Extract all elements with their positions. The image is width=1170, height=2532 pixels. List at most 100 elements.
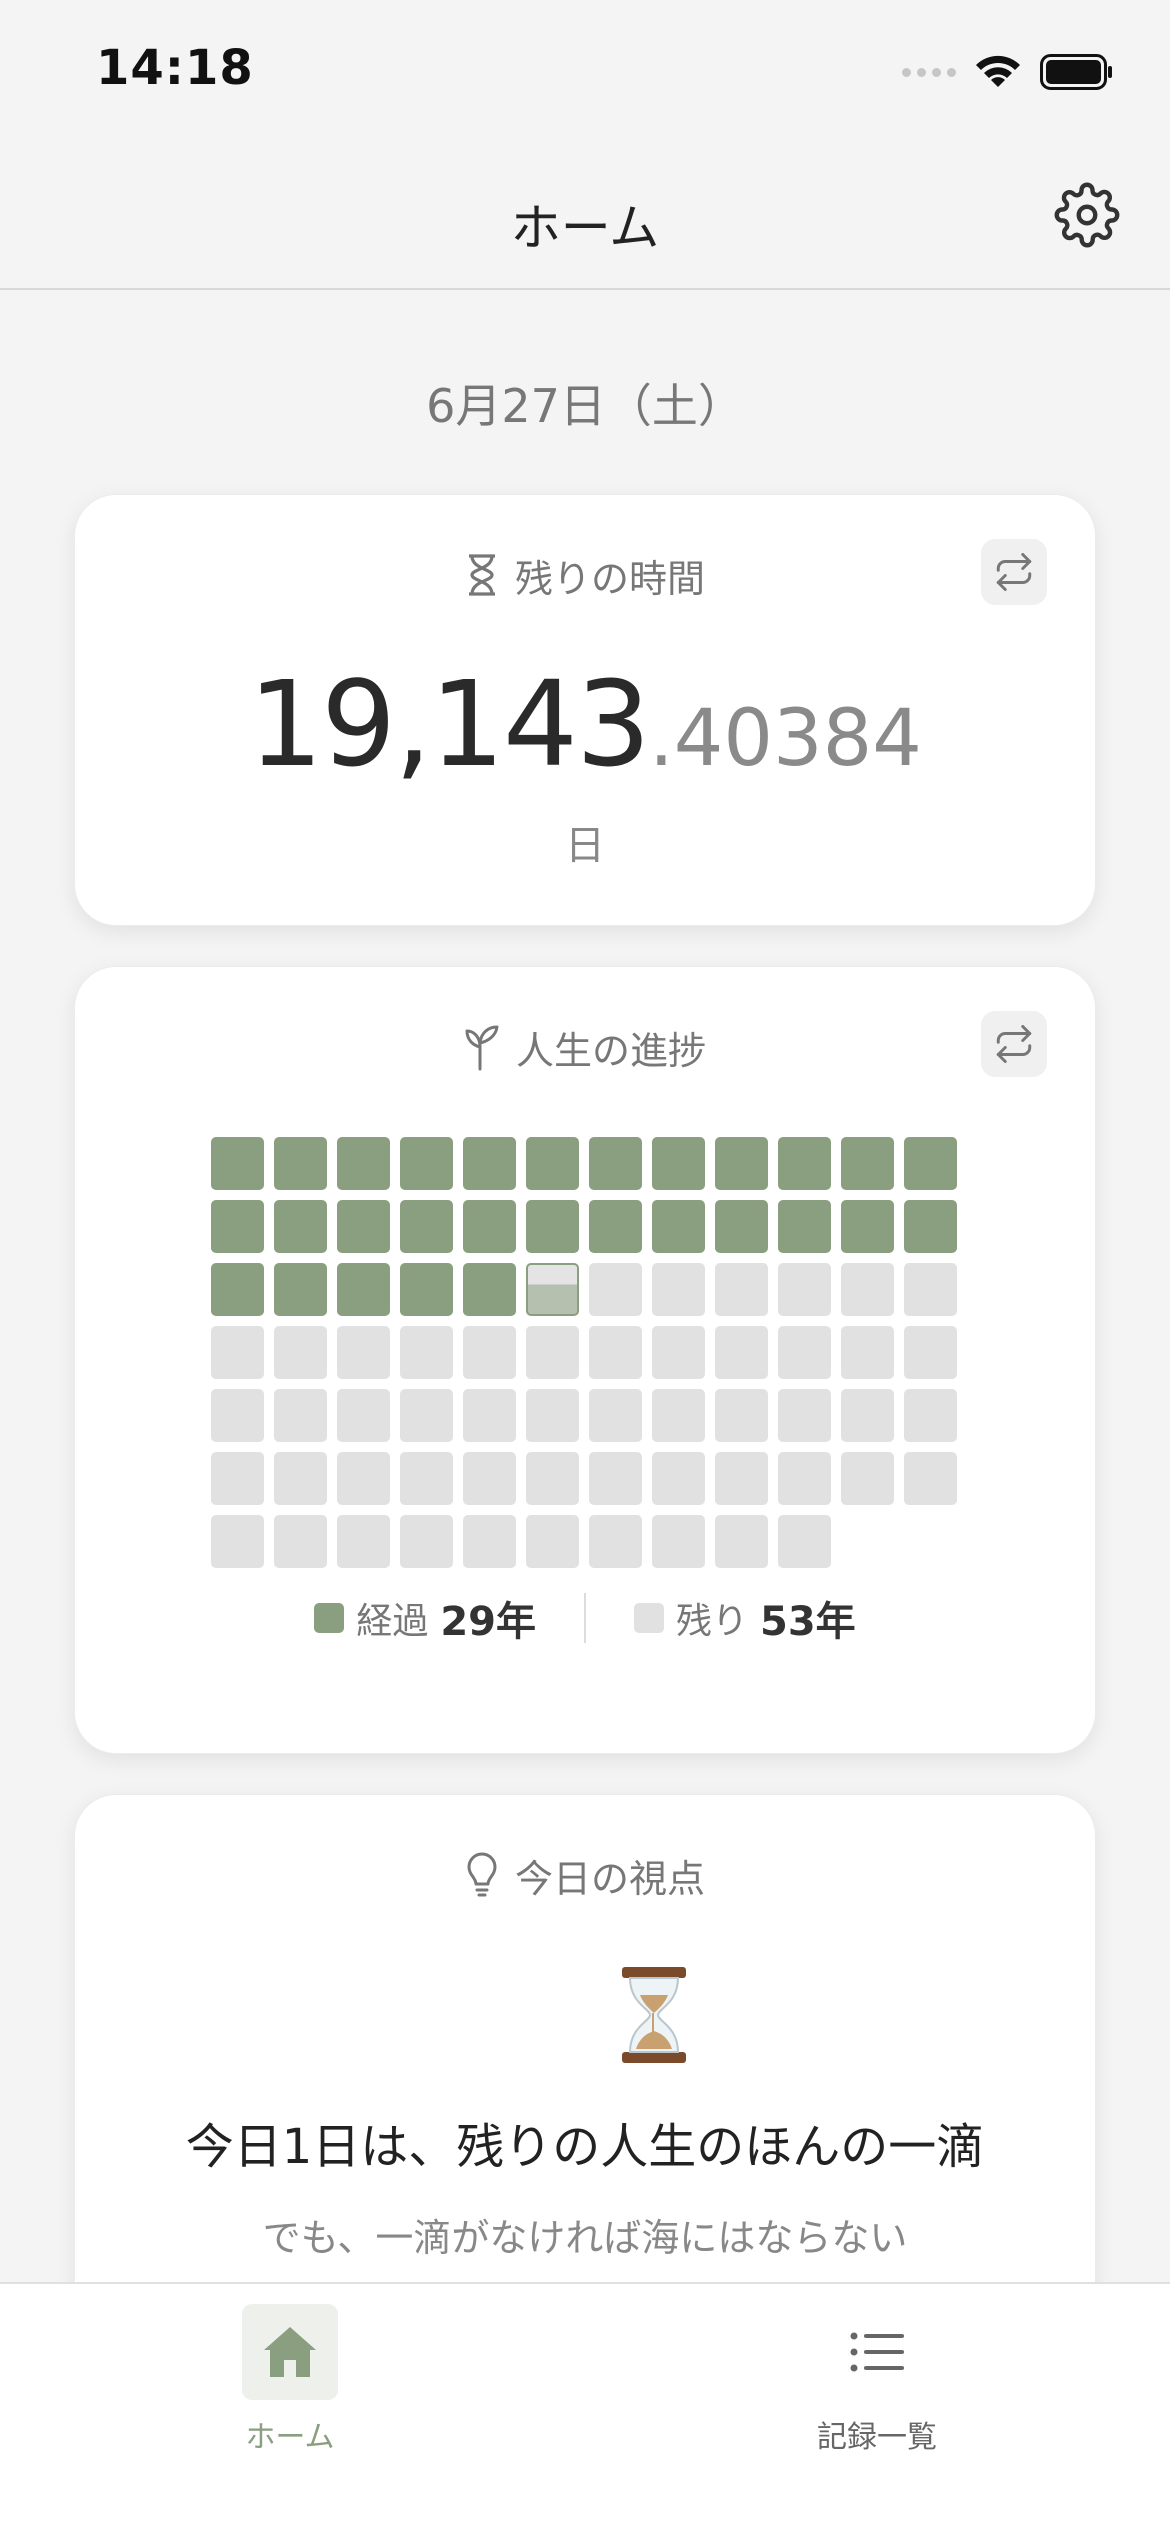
card-header: 残りの時間 <box>75 547 1095 603</box>
year-cell-remaining <box>274 1326 327 1379</box>
year-cell-remaining <box>841 1389 894 1442</box>
remaining-days-value: 19,143.40384 <box>75 655 1095 793</box>
year-cell-elapsed <box>337 1263 390 1316</box>
year-cell-elapsed <box>841 1200 894 1253</box>
year-cell-elapsed <box>337 1137 390 1190</box>
legend-remaining-value: 53年 <box>760 1599 856 1645</box>
year-cell-remaining <box>526 1389 579 1442</box>
year-cell-current <box>526 1263 579 1316</box>
tab-bar: ホーム 記録一覧 <box>0 2282 1170 2532</box>
year-cell-remaining <box>400 1515 453 1568</box>
toggle-display-button[interactable] <box>981 1011 1047 1077</box>
year-cell-elapsed <box>274 1263 327 1316</box>
card-header: 人生の進捗 <box>75 1019 1095 1075</box>
list-icon <box>850 2332 904 2372</box>
year-cell-elapsed <box>400 1263 453 1316</box>
year-cell-remaining <box>337 1515 390 1568</box>
year-cell-remaining <box>841 1263 894 1316</box>
legend-divider <box>584 1593 586 1643</box>
year-cell-elapsed <box>211 1263 264 1316</box>
year-cell-remaining <box>589 1326 642 1379</box>
wifi-icon <box>976 55 1020 87</box>
year-cell-remaining <box>778 1452 831 1505</box>
year-cell-remaining <box>589 1515 642 1568</box>
year-cell-elapsed <box>778 1137 831 1190</box>
year-cell-remaining <box>841 1326 894 1379</box>
year-cell-remaining <box>211 1452 264 1505</box>
settings-button[interactable] <box>1054 182 1120 248</box>
year-cell-remaining <box>904 1389 957 1442</box>
year-cell-elapsed <box>652 1137 705 1190</box>
year-cell-remaining <box>274 1389 327 1442</box>
year-cell-elapsed <box>526 1200 579 1253</box>
card-header: 今日の視点 <box>75 1847 1095 1903</box>
year-cell-remaining <box>904 1452 957 1505</box>
unit-label: 日 <box>565 823 605 869</box>
legend-remaining: 残り 53年 <box>634 1589 856 1647</box>
year-cell-remaining <box>778 1389 831 1442</box>
year-cell-remaining <box>463 1452 516 1505</box>
year-cell-elapsed <box>904 1137 957 1190</box>
year-cell-remaining <box>211 1515 264 1568</box>
legend-remaining-label: 残り <box>676 1601 749 1642</box>
remaining-time-card: 残りの時間 19,143.40384 日 <box>74 494 1096 926</box>
home-icon <box>264 2327 316 2377</box>
year-cell-remaining <box>904 1263 957 1316</box>
elapsed-swatch <box>314 1603 345 1633</box>
year-cell-elapsed <box>841 1137 894 1190</box>
swap-icon <box>996 553 1032 591</box>
year-cell-remaining <box>652 1452 705 1505</box>
life-progress-card: 人生の進捗 経過 29年 残り 53年 <box>74 966 1096 1754</box>
year-cell-elapsed <box>589 1200 642 1253</box>
year-cell-remaining <box>715 1326 768 1379</box>
year-cell-remaining <box>652 1326 705 1379</box>
year-cell-elapsed <box>274 1200 327 1253</box>
swap-icon <box>996 1025 1032 1063</box>
toggle-display-button[interactable] <box>981 539 1047 605</box>
year-cell-elapsed <box>904 1200 957 1253</box>
year-cell-remaining <box>274 1452 327 1505</box>
status-bar: 14:18 <box>0 0 1170 150</box>
year-cell-remaining <box>526 1515 579 1568</box>
tab-home[interactable]: ホーム <box>140 2304 440 2464</box>
year-cell-remaining <box>778 1326 831 1379</box>
year-cell-remaining <box>589 1263 642 1316</box>
year-cell-remaining <box>589 1452 642 1505</box>
year-cell-remaining <box>715 1389 768 1442</box>
remaining-days-integer: 19,143 <box>248 655 651 793</box>
year-cell-remaining <box>400 1452 453 1505</box>
year-cell-elapsed <box>652 1200 705 1253</box>
year-cell-remaining <box>841 1452 894 1505</box>
year-cell-elapsed <box>715 1137 768 1190</box>
tab-records[interactable]: 記録一覧 <box>727 2304 1027 2464</box>
card-title: 残りの時間 <box>514 556 705 601</box>
legend-elapsed: 経過 29年 <box>314 1589 536 1647</box>
card-title: 人生の進捗 <box>515 1028 706 1073</box>
year-cell-elapsed <box>589 1137 642 1190</box>
year-cell-elapsed <box>211 1137 264 1190</box>
list-icon-wrap <box>829 2304 925 2400</box>
legend-elapsed-label: 経過 <box>356 1601 429 1642</box>
tab-home-label: ホーム <box>245 2420 335 2455</box>
year-cell-elapsed <box>274 1137 327 1190</box>
year-cell-remaining <box>400 1389 453 1442</box>
year-cell-elapsed <box>400 1200 453 1253</box>
year-cell-remaining <box>715 1452 768 1505</box>
legend-elapsed-value: 29年 <box>440 1599 536 1645</box>
year-cell-remaining <box>652 1263 705 1316</box>
year-cell-remaining <box>715 1515 768 1568</box>
sprout-icon <box>465 1025 499 1071</box>
year-cell-remaining <box>211 1389 264 1442</box>
year-cell-elapsed <box>400 1137 453 1190</box>
year-cell-elapsed <box>463 1263 516 1316</box>
hourglass-icon <box>468 554 495 596</box>
year-cell-remaining <box>904 1326 957 1379</box>
year-cell-remaining <box>400 1326 453 1379</box>
year-cell-remaining <box>211 1326 264 1379</box>
signal-icon <box>902 67 956 77</box>
year-cell-remaining <box>337 1326 390 1379</box>
year-cell-remaining <box>463 1326 516 1379</box>
year-cell-elapsed <box>463 1200 516 1253</box>
year-cell-remaining <box>778 1515 831 1568</box>
year-cell-remaining <box>778 1263 831 1316</box>
